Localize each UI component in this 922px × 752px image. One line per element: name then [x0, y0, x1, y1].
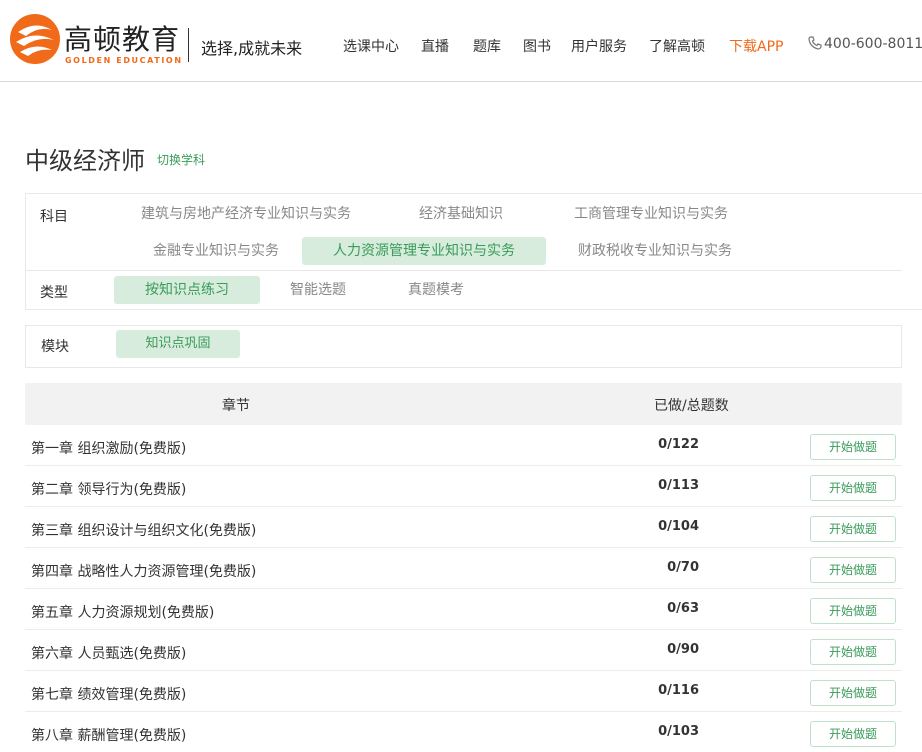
progress-count: 0/103	[658, 724, 699, 739]
switch-subject-link[interactable]: 切换学科	[157, 151, 205, 168]
slogan: 选择,成就未来	[201, 39, 303, 58]
start-practice-button[interactable]: 开始做题	[810, 639, 896, 665]
type-option-past-exams[interactable]: 真题模考	[396, 276, 476, 304]
table-row: 第一章 组织激励(免费版) 0/122 开始做题	[25, 425, 902, 466]
table-row: 第三章 组织设计与组织文化(免费版) 0/104 开始做题	[25, 507, 902, 548]
chapter-name: 第六章 人员甄选(免费版)	[31, 646, 187, 662]
progress-count: 0/122	[658, 437, 699, 452]
subject-option-economics-basics[interactable]: 经济基础知识	[406, 200, 516, 228]
table-row: 第八章 薪酬管理(免费版) 0/103 开始做题	[25, 712, 902, 752]
chapter-name: 第八章 薪酬管理(免费版)	[31, 728, 187, 744]
brand-name[interactable]: 高顿教育	[64, 24, 180, 56]
nav-download-app[interactable]: 下载APP	[729, 36, 783, 56]
table-row: 第五章 人力资源规划(免费版) 0/63 开始做题	[25, 589, 902, 630]
progress-count: 0/104	[658, 519, 699, 534]
type-option-by-knowledge-point[interactable]: 按知识点练习	[114, 276, 260, 304]
brand-divider	[188, 28, 189, 62]
nav-live[interactable]: 直播	[421, 36, 449, 56]
subject-option-taxation[interactable]: 财政税收专业知识与实务	[570, 237, 740, 265]
table-header: 章节 已做/总题数	[25, 383, 902, 425]
subject-option-human-resources[interactable]: 人力资源管理专业知识与实务	[302, 237, 546, 265]
brand-english-name: GOLDEN EDUCATION	[65, 56, 183, 65]
subject-option-finance[interactable]: 金融专业知识与实务	[136, 237, 296, 265]
phone-icon	[808, 36, 822, 50]
module-panel: 模块 知识点巩固	[25, 325, 902, 368]
chapter-name: 第七章 绩效管理(免费版)	[31, 687, 187, 703]
start-practice-button[interactable]: 开始做题	[810, 516, 896, 542]
type-label: 类型	[40, 285, 68, 301]
module-option-knowledge-review[interactable]: 知识点巩固	[116, 330, 240, 358]
chapter-name: 第四章 战略性人力资源管理(免费版)	[31, 564, 257, 580]
nav-user-service[interactable]: 用户服务	[571, 36, 627, 56]
subject-option-construction[interactable]: 建筑与房地产经济专业知识与实务	[136, 200, 356, 228]
type-option-smart-select[interactable]: 智能选题	[278, 276, 358, 304]
module-label: 模块	[41, 339, 69, 355]
filter-panel: 科目 建筑与房地产经济专业知识与实务 经济基础知识 工商管理专业知识与实务 金融…	[25, 193, 922, 310]
progress-count: 0/70	[667, 560, 699, 575]
column-header-progress: 已做/总题数	[654, 398, 729, 414]
progress-count: 0/113	[658, 478, 699, 493]
page-title: 中级经济师	[25, 147, 145, 175]
nav-about[interactable]: 了解高顿	[649, 36, 705, 56]
chapter-name: 第二章 领导行为(免费版)	[31, 482, 187, 498]
start-practice-button[interactable]: 开始做题	[810, 598, 896, 624]
table-row: 第四章 战略性人力资源管理(免费版) 0/70 开始做题	[25, 548, 902, 589]
table-row: 第二章 领导行为(免费版) 0/113 开始做题	[25, 466, 902, 507]
golden-logo-icon[interactable]	[8, 12, 62, 66]
start-practice-button[interactable]: 开始做题	[810, 721, 896, 747]
start-practice-button[interactable]: 开始做题	[810, 434, 896, 460]
filter-divider	[26, 270, 902, 271]
table-row: 第六章 人员甄选(免费版) 0/90 开始做题	[25, 630, 902, 671]
site-header: 高顿教育 GOLDEN EDUCATION 选择,成就未来 选课中心 直播 题库…	[0, 0, 922, 82]
table-row: 第七章 绩效管理(免费版) 0/116 开始做题	[25, 671, 902, 712]
subject-label: 科目	[40, 209, 68, 225]
progress-count: 0/90	[667, 642, 699, 657]
start-practice-button[interactable]: 开始做题	[810, 680, 896, 706]
subject-option-business-admin[interactable]: 工商管理专业知识与实务	[556, 200, 746, 228]
nav-question-bank[interactable]: 题库	[473, 36, 501, 56]
progress-count: 0/116	[658, 683, 699, 698]
progress-count: 0/63	[667, 601, 699, 616]
column-header-chapter: 章节	[222, 398, 250, 414]
nav-books[interactable]: 图书	[523, 36, 551, 56]
phone-number: 400-600-8011	[824, 36, 922, 52]
chapter-name: 第五章 人力资源规划(免费版)	[31, 605, 215, 621]
start-practice-button[interactable]: 开始做题	[810, 557, 896, 583]
phone-contact: 400-600-8011	[808, 36, 922, 52]
chapter-name: 第一章 组织激励(免费版)	[31, 441, 187, 457]
nav-course-center[interactable]: 选课中心	[343, 36, 399, 56]
start-practice-button[interactable]: 开始做题	[810, 475, 896, 501]
chapter-name: 第三章 组织设计与组织文化(免费版)	[31, 523, 257, 539]
